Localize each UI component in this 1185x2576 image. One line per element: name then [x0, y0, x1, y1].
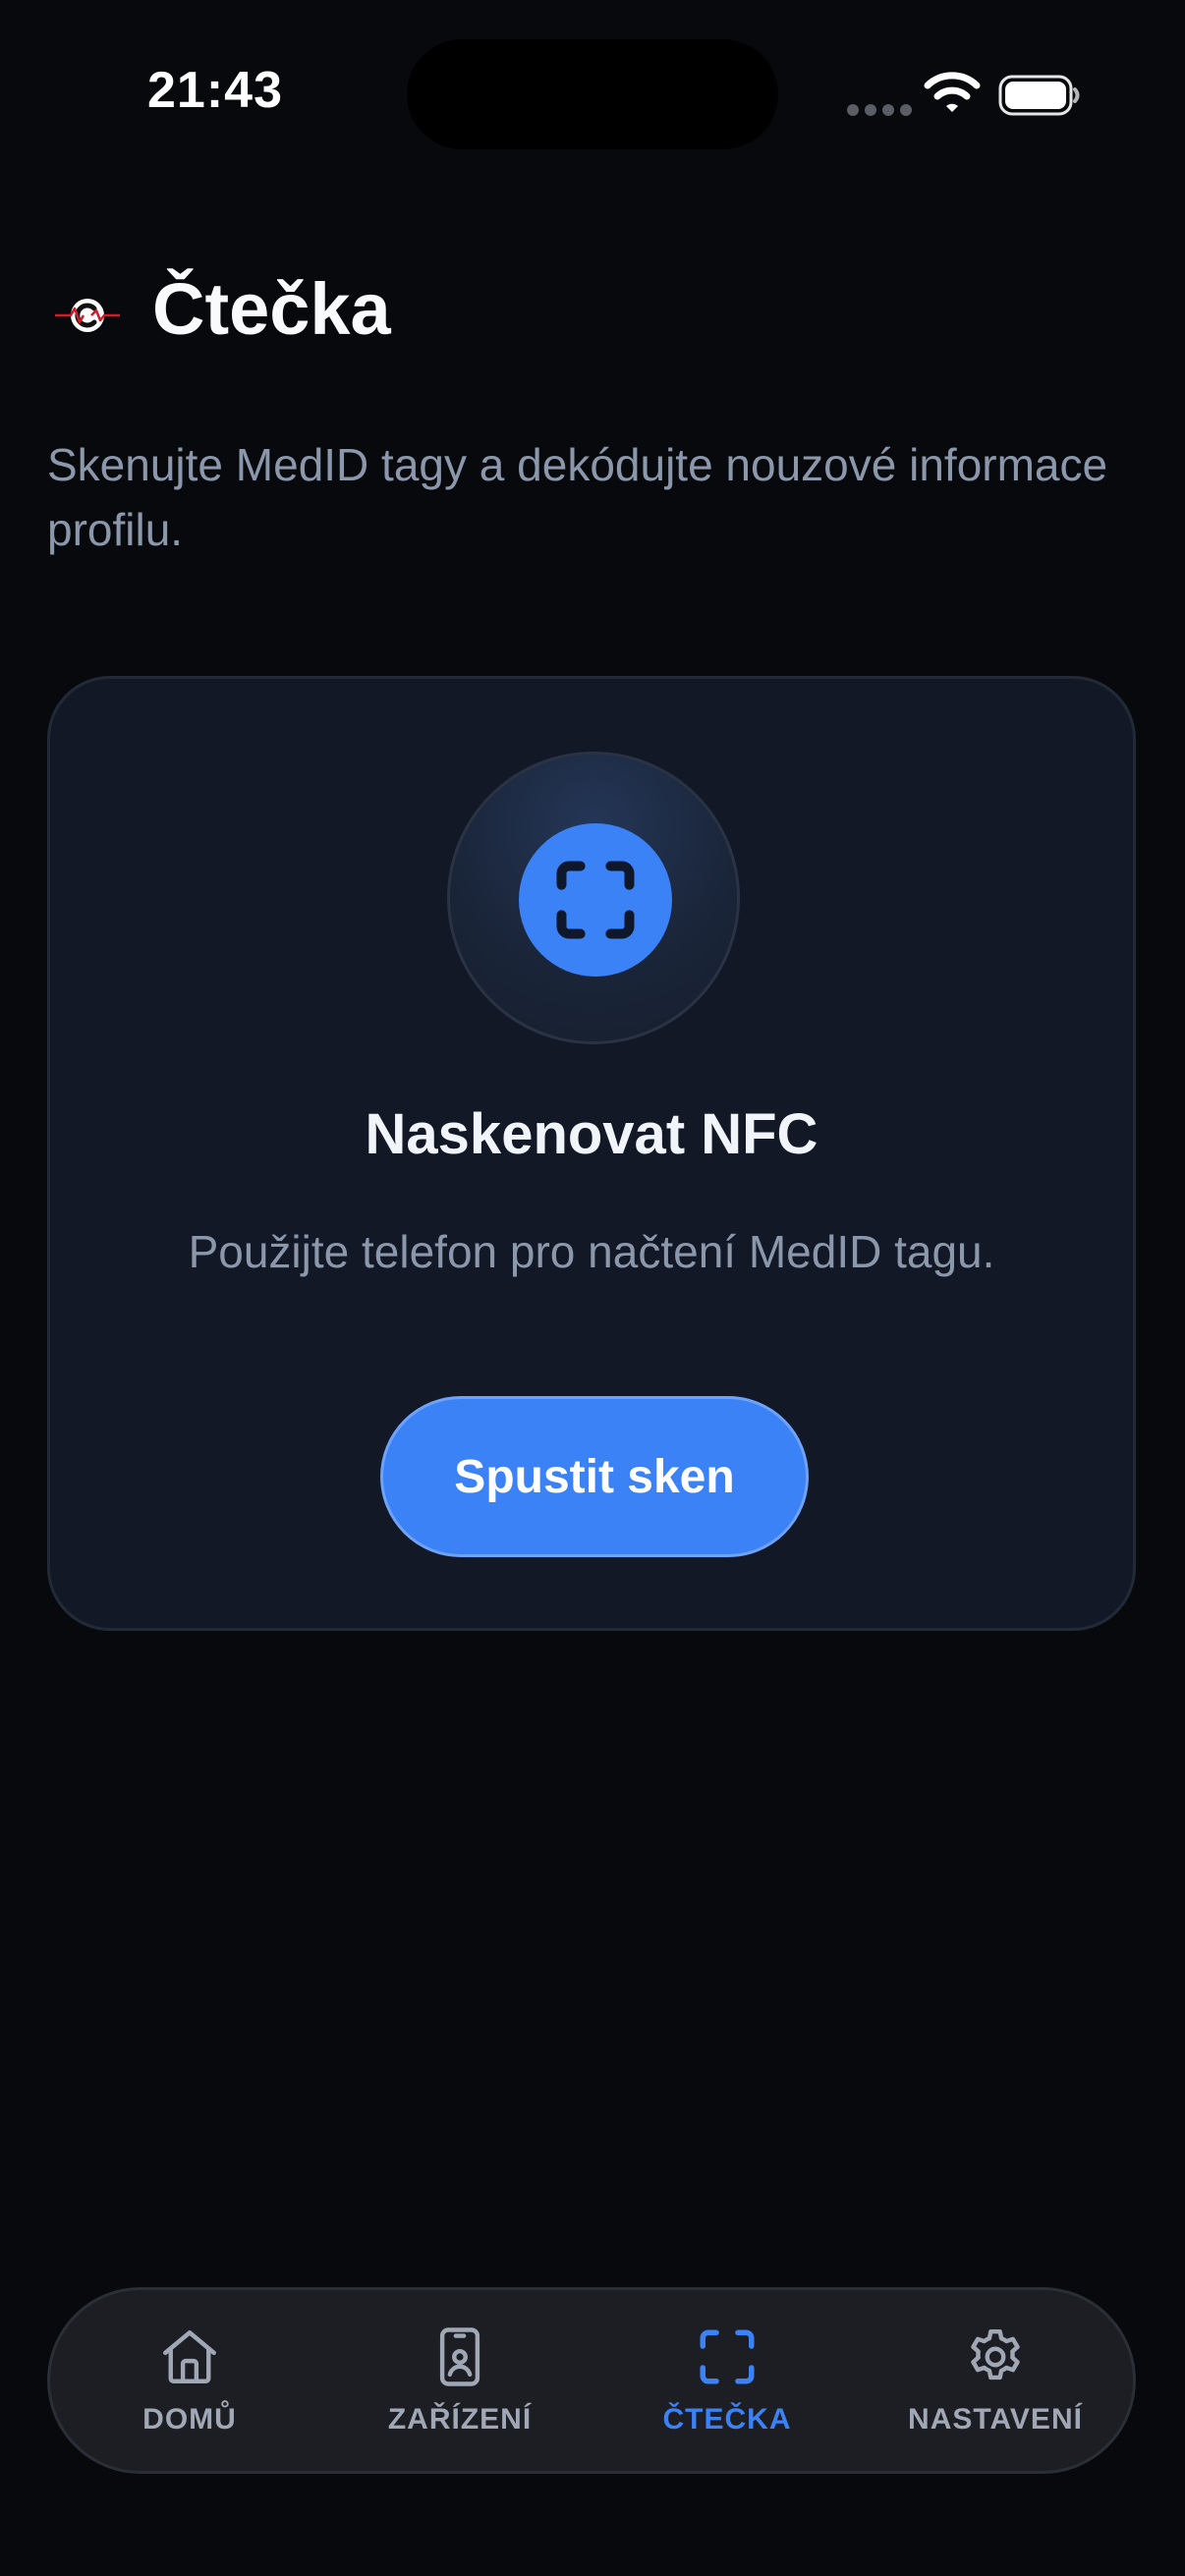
scan-card-title: Naskenovat NFC — [365, 1102, 818, 1166]
tab-devices[interactable]: ZAŘÍZENÍ — [332, 2290, 588, 2471]
tab-home[interactable]: DOMŮ — [62, 2290, 317, 2471]
scan-badge — [519, 823, 672, 977]
scan-card-description: Použijte telefon pro načtení MedID tagu. — [188, 1226, 995, 1277]
dynamic-island — [407, 39, 778, 149]
home-icon — [163, 2330, 216, 2383]
status-time: 21:43 — [147, 62, 283, 119]
tab-settings[interactable]: NASTAVENÍ — [868, 2290, 1123, 2471]
tab-settings-label: NASTAVENÍ — [908, 2403, 1083, 2436]
wifi-icon — [924, 72, 981, 112]
gear-icon — [971, 2328, 1020, 2380]
device-icon — [439, 2327, 480, 2386]
scan-frame-icon — [700, 2329, 755, 2384]
scan-frame-icon — [556, 861, 635, 939]
scan-card: Naskenovat NFC Použijte telefon pro načt… — [47, 676, 1136, 1631]
scan-icon-halo — [447, 752, 740, 1044]
tab-reader[interactable]: ČTEČKA — [599, 2290, 855, 2471]
cellular-signal-icon — [847, 104, 912, 116]
page-title: Čtečka — [152, 268, 391, 350]
tab-home-label: DOMŮ — [142, 2403, 237, 2436]
tab-devices-label: ZAŘÍZENÍ — [387, 2403, 533, 2436]
battery-icon — [998, 75, 1080, 116]
start-scan-button[interactable]: Spustit sken — [380, 1396, 809, 1557]
medid-logo-icon — [55, 299, 120, 332]
bottom-tab-bar: DOMŮ ZAŘÍZENÍ ČTEČKA NASTAVENÍ — [47, 2287, 1136, 2474]
page-subtitle: Skenujte MedID tagy a dekódujte nouzové … — [47, 439, 1108, 555]
tab-reader-label: ČTEČKA — [662, 2403, 792, 2436]
